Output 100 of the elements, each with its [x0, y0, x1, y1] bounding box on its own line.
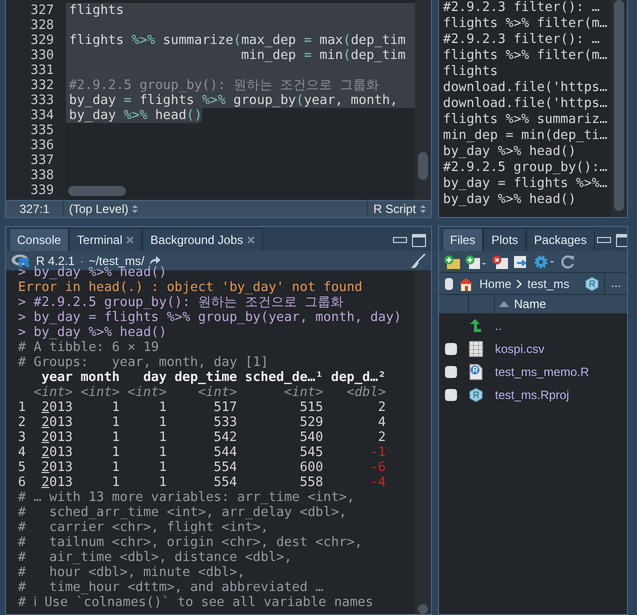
console-tab[interactable]: Background Jobs — [142, 228, 264, 251]
file-checkbox[interactable] — [445, 342, 457, 354]
refresh-icon[interactable] — [561, 254, 575, 268]
files-tab[interactable]: Packages — [526, 228, 595, 251]
updown-caret-icon — [132, 204, 138, 214]
column-type: <dbl> — [346, 385, 386, 400]
table-cell-text: -6 — [369, 460, 386, 475]
scrollbar[interactable] — [418, 152, 428, 180]
table-cell-text: 1 — [158, 400, 167, 415]
history-entry[interactable]: by_day %>% head() — [443, 144, 611, 160]
history-entry[interactable]: by_day %>% head() — [443, 192, 611, 208]
table-cell-text: 4 — [376, 415, 386, 430]
line-number: 336 — [30, 138, 55, 153]
row-index: 6 — [18, 475, 26, 490]
column-type: <int> — [196, 385, 238, 400]
select-all-checkbox[interactable] — [445, 278, 454, 290]
history-entry[interactable]: flights %>% filter(m… — [443, 16, 611, 32]
console-line: # Groups: year, month, day [1] — [18, 355, 270, 370]
home-icon[interactable] — [458, 276, 474, 290]
table-cell-text: 1 — [110, 475, 120, 490]
console-line: > by_day %>% head() — [18, 325, 168, 340]
separator-dot: · — [80, 254, 84, 268]
row-index: 1 — [18, 400, 26, 415]
table-cell-text: 1 — [110, 415, 120, 430]
new-file-icon[interactable] — [465, 254, 487, 268]
column-type: <int> — [80, 385, 120, 400]
history-entry[interactable]: flights %>% summariz… — [443, 112, 611, 128]
scrollbar[interactable] — [418, 604, 428, 614]
table-cell-text: 2013 — [40, 460, 73, 475]
close-icon[interactable] — [247, 236, 256, 244]
table-cell-text: 1 — [110, 445, 120, 460]
sort-triangle-icon — [499, 301, 509, 307]
maximize-icon[interactable] — [616, 234, 627, 246]
history-entry[interactable]: download.file('https… — [443, 96, 611, 112]
scrollbar[interactable] — [68, 186, 126, 196]
line-number: 335 — [30, 123, 55, 138]
history-entry[interactable]: #2.9.2.5 group_by():… — [443, 160, 611, 176]
r-version: R 4.2.1 — [36, 254, 75, 268]
r-project-icon — [584, 276, 599, 290]
table-cell-text: 2013 — [40, 445, 73, 460]
line-number: 339 — [30, 183, 55, 198]
line-number: 330 — [30, 48, 55, 63]
history-entry[interactable]: flights — [443, 64, 611, 80]
console-line: # sched_arr_time <int>, arr_delay <dbl>, — [18, 505, 348, 520]
scrollbar[interactable] — [614, 0, 624, 211]
broom-icon[interactable] — [410, 252, 426, 268]
history-entry[interactable]: by_day = flights %>%… — [443, 176, 611, 192]
new-folder-icon[interactable] — [444, 254, 460, 268]
delete-icon[interactable] — [492, 254, 508, 268]
column-header: dep_time — [173, 370, 238, 385]
file-name-link[interactable]: test_ms_memo.R — [495, 364, 627, 378]
arrow-icon[interactable] — [149, 255, 162, 266]
table-cell-text: -1 — [369, 445, 386, 460]
file-type-selector[interactable]: R Script — [367, 201, 431, 217]
console-tab[interactable]: Console — [9, 228, 70, 251]
console-tab[interactable]: Terminal — [69, 228, 142, 251]
history-entry[interactable]: flights %>% filter(m… — [443, 48, 611, 64]
table-cell-text: 544 — [212, 445, 238, 460]
minimize-icon[interactable] — [596, 237, 611, 243]
file-checkbox[interactable] — [445, 366, 457, 378]
up-arrow-icon[interactable] — [469, 319, 481, 332]
history-entry[interactable]: min_dep = min(dep_ti… — [443, 128, 611, 144]
files-tab[interactable]: Plots — [483, 228, 526, 251]
file-name-link[interactable]: kospi.csv — [495, 342, 627, 356]
console-line: # air_time <dbl>, distance <dbl>, — [18, 550, 293, 565]
console-line: # tailnum <chr>, origin <chr>, dest <chr>, — [18, 535, 364, 550]
updown-caret-icon — [420, 204, 426, 214]
r-file-icon — [469, 364, 483, 380]
more-button[interactable]: ... — [604, 273, 627, 294]
table-cell-text: 1 — [110, 460, 120, 475]
table-cell-text: 1 — [158, 415, 167, 430]
breadcrumb-link[interactable]: Home — [479, 276, 512, 290]
table-cell-text: 1 — [158, 475, 167, 490]
files-tab[interactable]: Files — [442, 228, 484, 251]
column-header: sched_de…¹ — [244, 370, 324, 385]
history-entry[interactable]: #2.9.2.3 filter(): … — [443, 0, 611, 16]
line-number: 331 — [30, 63, 55, 78]
table-cell-text: 600 — [298, 460, 324, 475]
close-icon[interactable] — [126, 236, 134, 244]
breadcrumb-link[interactable]: test_ms — [527, 276, 570, 290]
file-checkbox[interactable] — [445, 388, 457, 400]
scope-selector[interactable]: (Top Level) — [64, 201, 144, 217]
column-header: day — [142, 370, 167, 385]
console-line: > by_day = flights %>% group_by(year, month, day) — [18, 310, 403, 325]
table-cell-text: 1 — [110, 400, 120, 415]
table-cell-text: 2013 — [40, 430, 73, 445]
minimize-icon[interactable] — [393, 237, 407, 243]
parent-folder-link[interactable]: .. — [495, 318, 627, 332]
rename-icon[interactable] — [513, 254, 529, 268]
settings-icon[interactable] — [534, 254, 556, 268]
column-header: month — [80, 370, 120, 385]
file-name-link[interactable]: test_ms.Rproj — [495, 388, 627, 402]
history-entry[interactable]: download.file('https… — [443, 80, 611, 96]
console-line: # … with 13 more variables: arr_time <int>, — [18, 490, 356, 505]
line-number: 329 — [30, 33, 55, 48]
spreadsheet-icon — [469, 340, 483, 356]
table-cell-text: 517 — [212, 400, 238, 415]
maximize-icon[interactable] — [412, 234, 426, 246]
working-directory: ~/test_ms/ — [88, 254, 144, 268]
history-entry[interactable]: #2.9.2.3 filter(): … — [443, 32, 611, 48]
